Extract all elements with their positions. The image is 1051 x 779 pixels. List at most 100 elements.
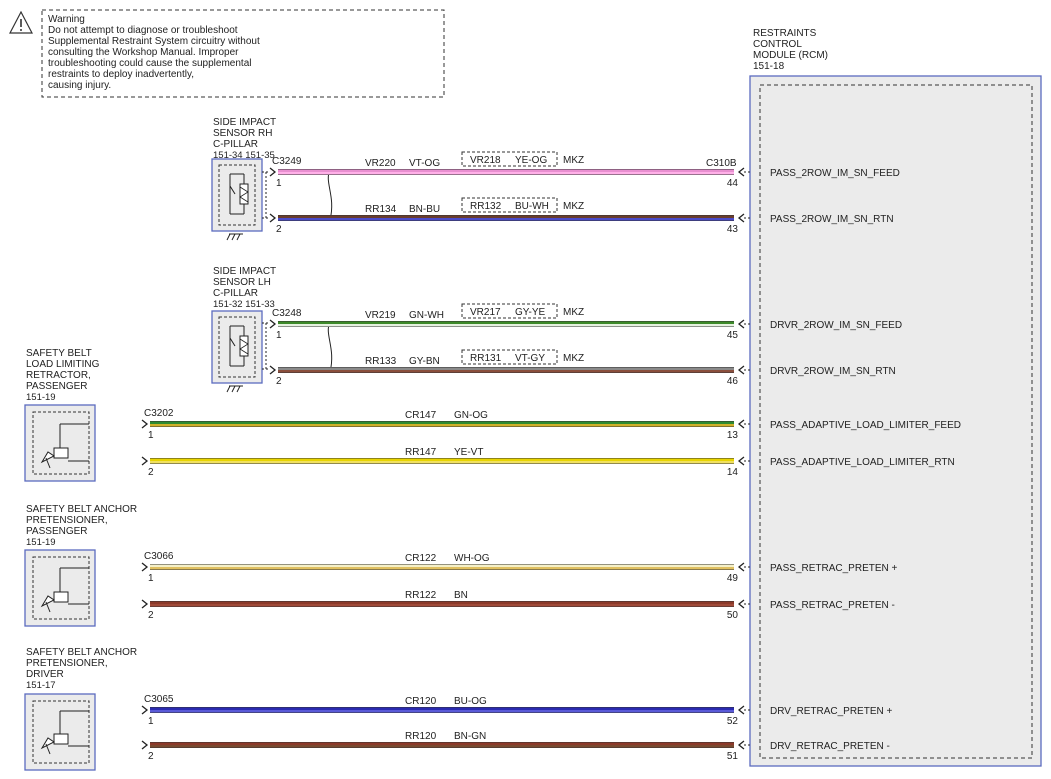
svg-text:C-PILLAR: C-PILLAR — [213, 139, 258, 150]
connector-chevron-icon — [737, 562, 745, 572]
svg-text:RETRACTOR,: RETRACTOR, — [26, 370, 91, 381]
belt-anchor-pretensioner-passenger: SAFETY BELT ANCHOR PRETENSIONER, PASSENG… — [24, 504, 137, 627]
rcm-signal-name: PASS_RETRAC_PRETEN + — [770, 563, 898, 574]
component-pin-number: 2 — [148, 467, 154, 478]
belt-load-limiting-retractor: SAFETY BELT LOAD LIMITING RETRACTOR, PAS… — [24, 348, 100, 482]
wire-color-band — [278, 321, 734, 324]
connector-chevron-icon — [269, 167, 277, 177]
component-connector-label: C3248 — [272, 308, 302, 319]
svg-text:LOAD LIMITING: LOAD LIMITING — [26, 359, 100, 370]
connector-chevron-icon — [737, 456, 745, 466]
connector-chevron-icon — [141, 456, 149, 466]
svg-text:PASSENGER: PASSENGER — [26, 526, 88, 537]
rcm-signal-name: DRV_RETRAC_PRETEN + — [770, 706, 893, 717]
wire-color-code: VT-OG — [409, 158, 440, 169]
wire-color-band — [278, 215, 734, 218]
circuit-number: RR133 — [365, 356, 397, 367]
alt-wire-color-code: GY-YE — [515, 307, 546, 318]
wire-color-code: BN-BU — [409, 204, 440, 215]
circuit-number: CR122 — [405, 553, 437, 564]
warning-line: consulting the Workshop Manual. Improper — [48, 47, 239, 58]
component-pin-number: 1 — [148, 716, 154, 727]
wire-color-code: YE-VT — [454, 447, 483, 458]
component-pin-number: 2 — [276, 376, 282, 387]
rcm-pin-number: 51 — [727, 751, 739, 762]
warning-line: Supplemental Restraint System circuitry … — [48, 36, 260, 47]
component-pin-number: 2 — [276, 224, 282, 235]
rcm-signal-name: PASS_RETRAC_PRETEN - — [770, 600, 895, 611]
svg-text:DRIVER: DRIVER — [26, 669, 64, 680]
connector-chevron-icon — [141, 705, 149, 715]
ground-icon — [226, 233, 243, 241]
rcm-label-line: CONTROL — [753, 39, 802, 50]
connector-chevron-icon — [737, 167, 745, 177]
wire-color-band — [150, 458, 734, 461]
wire-color-band — [150, 710, 734, 713]
component-pin-number: 2 — [148, 610, 154, 621]
svg-text:SENSOR LH: SENSOR LH — [213, 277, 271, 288]
wire-color-code: BN-GN — [454, 731, 486, 742]
circuit-number: RR122 — [405, 590, 437, 601]
rcm-label-line: 151-18 — [753, 61, 785, 72]
svg-text:SAFETY BELT: SAFETY BELT — [26, 348, 92, 359]
component-pin-number: 1 — [148, 573, 154, 584]
svg-text:SIDE IMPACT: SIDE IMPACT — [213, 266, 276, 277]
warning-icon — [9, 10, 33, 34]
alt-circuit-number: VR218 — [470, 155, 501, 166]
twisted-pair-marker — [327, 321, 333, 373]
alt-circuit-number: RR132 — [470, 201, 502, 212]
wire-color-code: BU-OG — [454, 696, 487, 707]
rcm-label-line: MODULE (RCM) — [753, 50, 828, 61]
rcm-signal-name: DRVR_2ROW_IM_SN_RTN — [770, 366, 896, 377]
rcm-pin-number: 44 — [727, 178, 739, 189]
rcm-pin-number: 14 — [727, 467, 739, 478]
rcm-signal-name: DRVR_2ROW_IM_SN_FEED — [770, 320, 902, 331]
variant-label: MKZ — [563, 353, 584, 364]
connector-chevron-icon — [737, 599, 745, 609]
wire-color-band — [278, 169, 734, 172]
warning-line: troubleshooting could cause the suppleme… — [48, 58, 251, 69]
alt-wire-color-code: VT-GY — [515, 353, 545, 364]
warning-line: Warning — [48, 14, 85, 25]
component-pin-number: 1 — [276, 330, 282, 341]
rcm-signal-name: PASS_2ROW_IM_SN_FEED — [770, 168, 900, 179]
circuit-number: RR120 — [405, 731, 437, 742]
wire-color-band — [278, 367, 734, 370]
alt-wire-color-code: YE-OG — [515, 155, 547, 166]
connector-chevron-icon — [269, 365, 277, 375]
svg-text:PRETENSIONER,: PRETENSIONER, — [26, 658, 108, 669]
wire-color-code: GN-OG — [454, 410, 488, 421]
rcm-signal-name: DRV_RETRAC_PRETEN - — [770, 741, 890, 752]
alt-wire-color-code: BU-WH — [515, 201, 549, 212]
circuit-number: VR219 — [365, 310, 396, 321]
component-pin-number: 1 — [148, 430, 154, 441]
belt-anchor-pretensioner-driver: SAFETY BELT ANCHOR PRETENSIONER, DRIVER … — [24, 647, 137, 771]
variant-label: MKZ — [563, 155, 584, 166]
connector-chevron-icon — [269, 319, 277, 329]
warning-text: Warning Do not attempt to diagnose or tr… — [48, 14, 260, 91]
connector-chevron-icon — [737, 419, 745, 429]
circuit-number: RR134 — [365, 204, 397, 215]
rcm-pin-number: 45 — [727, 330, 739, 341]
rcm-pin-number: 46 — [727, 376, 739, 387]
rcm-pin-number: 52 — [727, 716, 739, 727]
wire-color-band — [150, 604, 734, 607]
rcm-pin-number: 49 — [727, 573, 739, 584]
connector-chevron-icon — [269, 213, 277, 223]
rcm-signal-name: PASS_2ROW_IM_SN_RTN — [770, 214, 894, 225]
wire-color-code: BN — [454, 590, 468, 601]
twisted-pair-marker — [327, 169, 333, 221]
side-impact-sensor-lh: SIDE IMPACT SENSOR LH C-PILLAR 151-32 15… — [211, 266, 276, 393]
wire-color-band — [278, 172, 734, 175]
svg-text:SAFETY BELT ANCHOR: SAFETY BELT ANCHOR — [26, 504, 137, 515]
wire-color-code: GN-WH — [409, 310, 444, 321]
rcm-signal-name: PASS_ADAPTIVE_LOAD_LIMITER_FEED — [770, 420, 961, 431]
svg-text:SENSOR RH: SENSOR RH — [213, 128, 272, 139]
side-impact-sensor-rh: SIDE IMPACT SENSOR RH C-PILLAR 151-34 15… — [211, 117, 276, 241]
rcm-pin-number: 43 — [727, 224, 739, 235]
component-connector-label: C3249 — [272, 156, 302, 167]
svg-text:PRETENSIONER,: PRETENSIONER, — [26, 515, 108, 526]
wire-color-band — [150, 567, 734, 570]
wiring-diagram: Warning Do not attempt to diagnose or tr… — [9, 9, 1042, 771]
wire-color-band — [150, 707, 734, 710]
